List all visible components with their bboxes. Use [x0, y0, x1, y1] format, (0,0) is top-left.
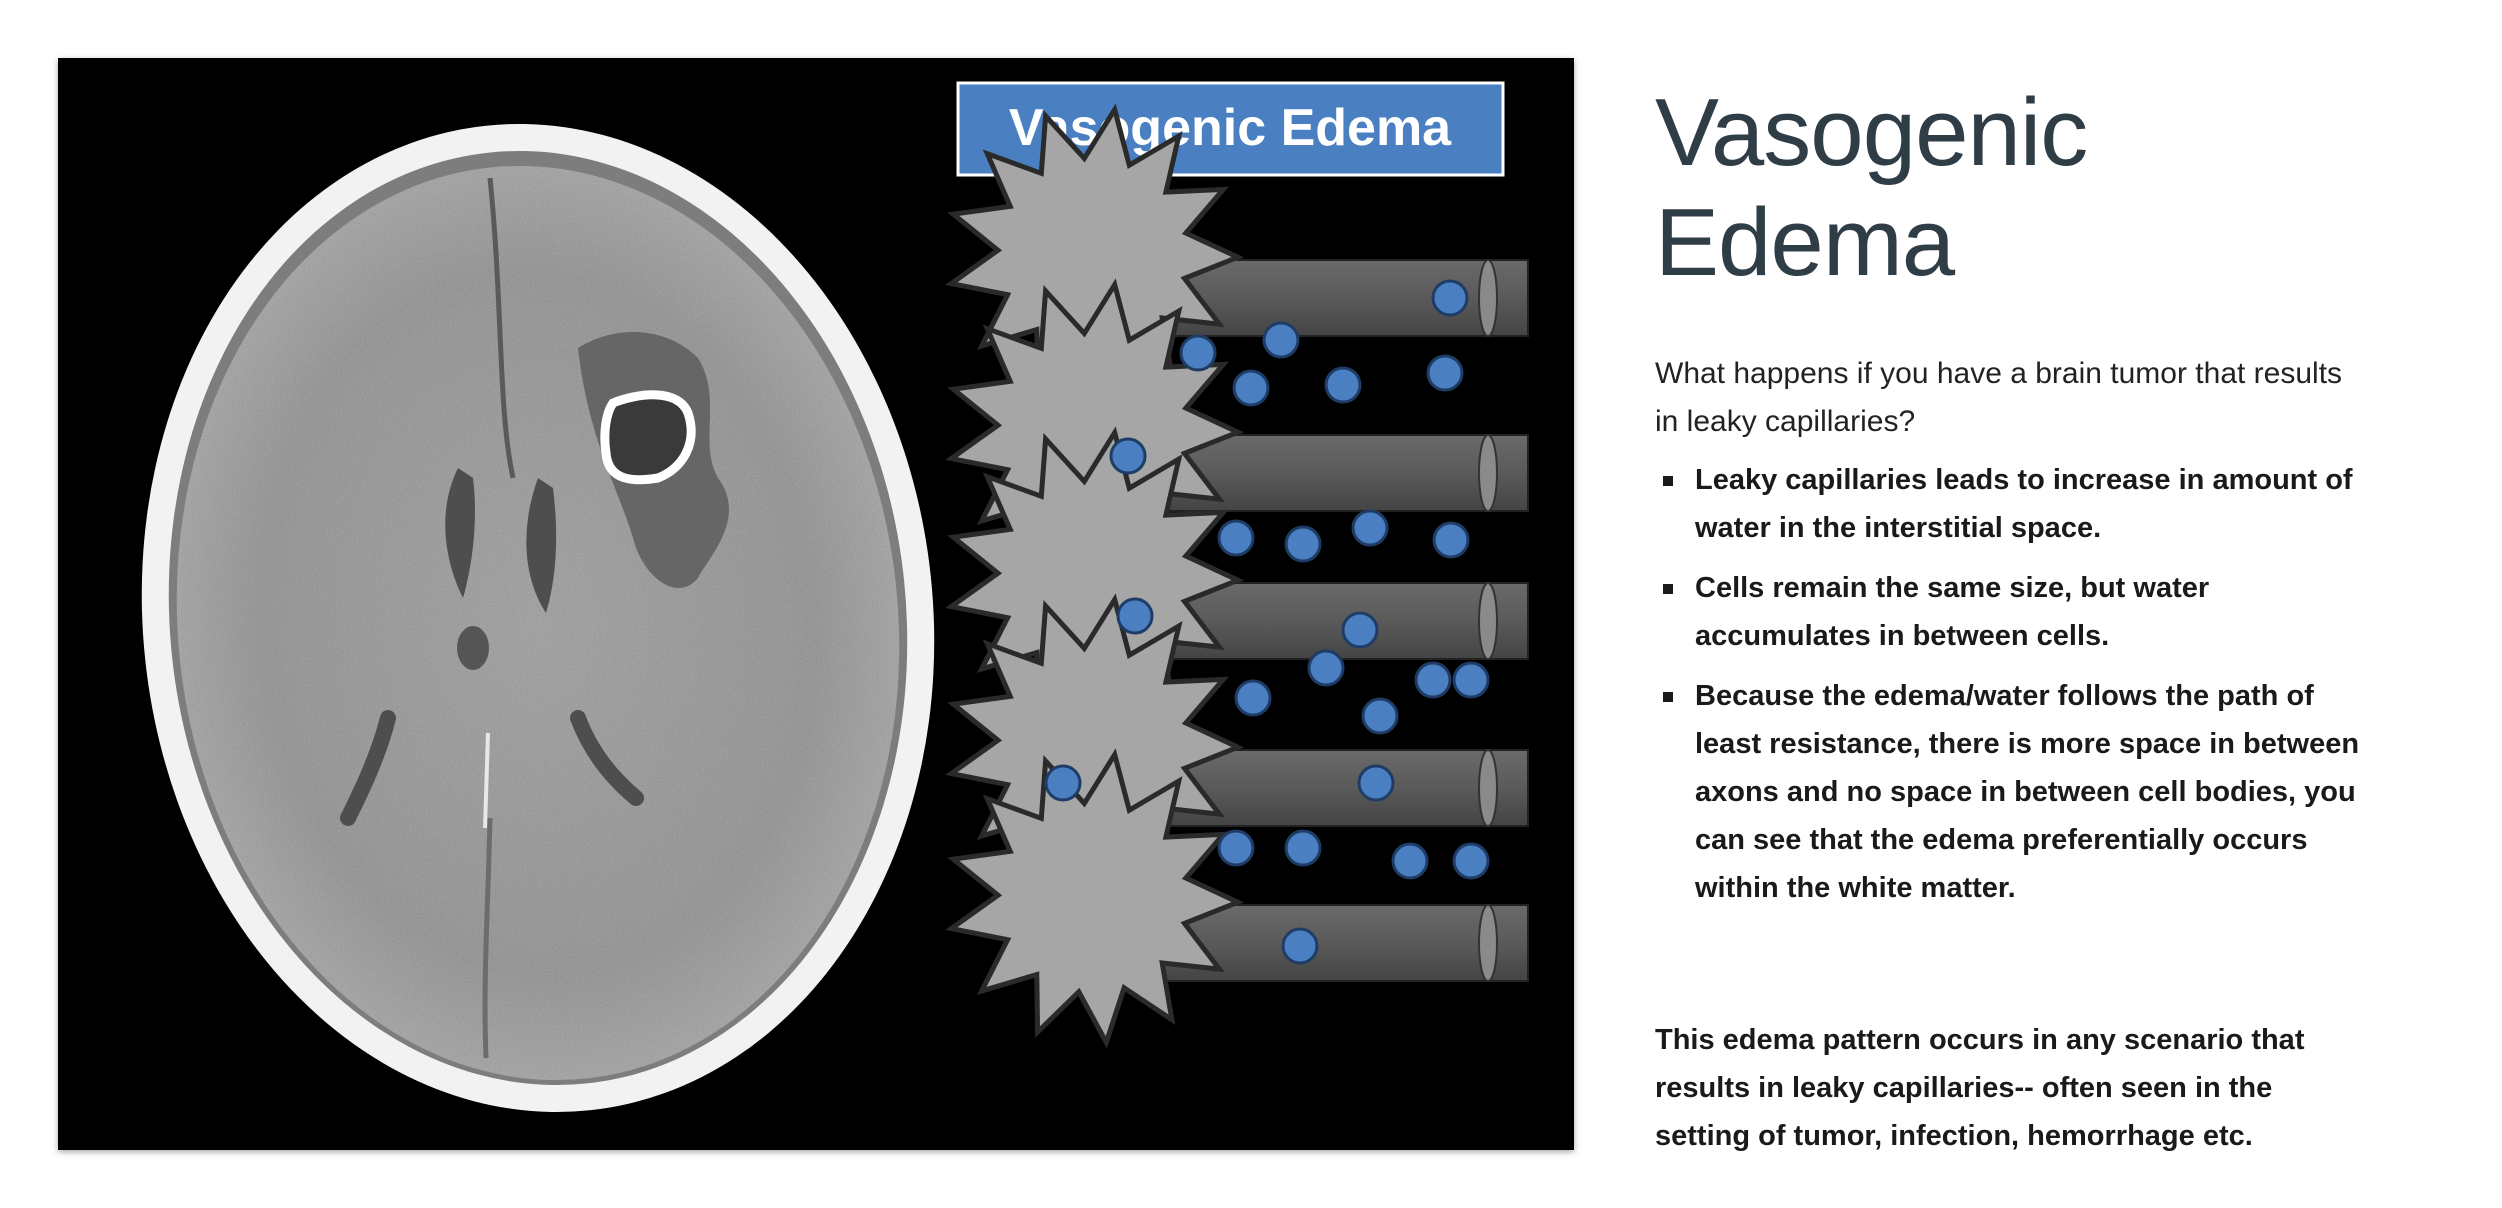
water-molecule: [1357, 764, 1395, 802]
square-bullet-icon: [1663, 692, 1673, 702]
bullet-item: Cells remain the same size, but water ac…: [1655, 564, 2367, 660]
square-bullet-icon: [1663, 476, 1673, 486]
axon-end: [1478, 259, 1498, 337]
water-molecule: [1116, 597, 1154, 635]
bullet-item: Leaky capillaries leads to increase in a…: [1655, 456, 2367, 552]
water-molecule: [1232, 369, 1270, 407]
ct-scan-image: [141, 123, 935, 1113]
axon-end: [1478, 749, 1498, 827]
water-molecule: [1414, 661, 1452, 699]
water-molecule: [1217, 519, 1255, 557]
water-molecule: [1431, 279, 1469, 317]
water-molecule: [1281, 927, 1319, 965]
water-molecule: [1262, 321, 1300, 359]
edema-diagram: [945, 103, 1529, 1049]
axon-end: [1478, 434, 1498, 512]
axon-end: [1478, 904, 1498, 982]
bullet-item: Because the edema/water follows the path…: [1655, 672, 2367, 912]
square-bullet-icon: [1663, 584, 1673, 594]
water-molecule: [1109, 437, 1147, 475]
closing-paragraph: This edema pattern occurs in any scenari…: [1655, 1024, 2305, 1152]
text-panel: Vasogenic Edema What happens if you have…: [1655, 78, 2367, 1160]
water-molecule: [1307, 649, 1345, 687]
water-molecule: [1452, 661, 1490, 699]
water-molecule: [1391, 842, 1429, 880]
water-molecule: [1044, 764, 1082, 802]
water-molecule: [1324, 366, 1362, 404]
water-molecule: [1179, 334, 1217, 372]
vasogenic-edema-figure: Vasogenic Edema: [58, 58, 1574, 1150]
figure-canvas: Vasogenic Edema: [141, 81, 1529, 1113]
water-molecule: [1432, 521, 1470, 559]
bullet-list: Leaky capillaries leads to increase in a…: [1655, 456, 2367, 912]
water-molecule: [1341, 611, 1379, 649]
axon-end: [1478, 582, 1498, 660]
water-molecule: [1361, 697, 1399, 735]
page-title: Vasogenic Edema: [1655, 79, 2088, 296]
intro-question: What happens if you have a brain tumor t…: [1655, 357, 2343, 438]
water-molecule: [1217, 829, 1255, 867]
water-molecule: [1351, 509, 1389, 547]
water-molecule: [1426, 354, 1464, 392]
water-molecule: [1234, 679, 1272, 717]
water-molecule: [1452, 842, 1490, 880]
water-molecule: [1284, 829, 1322, 867]
water-molecule: [1284, 525, 1322, 563]
